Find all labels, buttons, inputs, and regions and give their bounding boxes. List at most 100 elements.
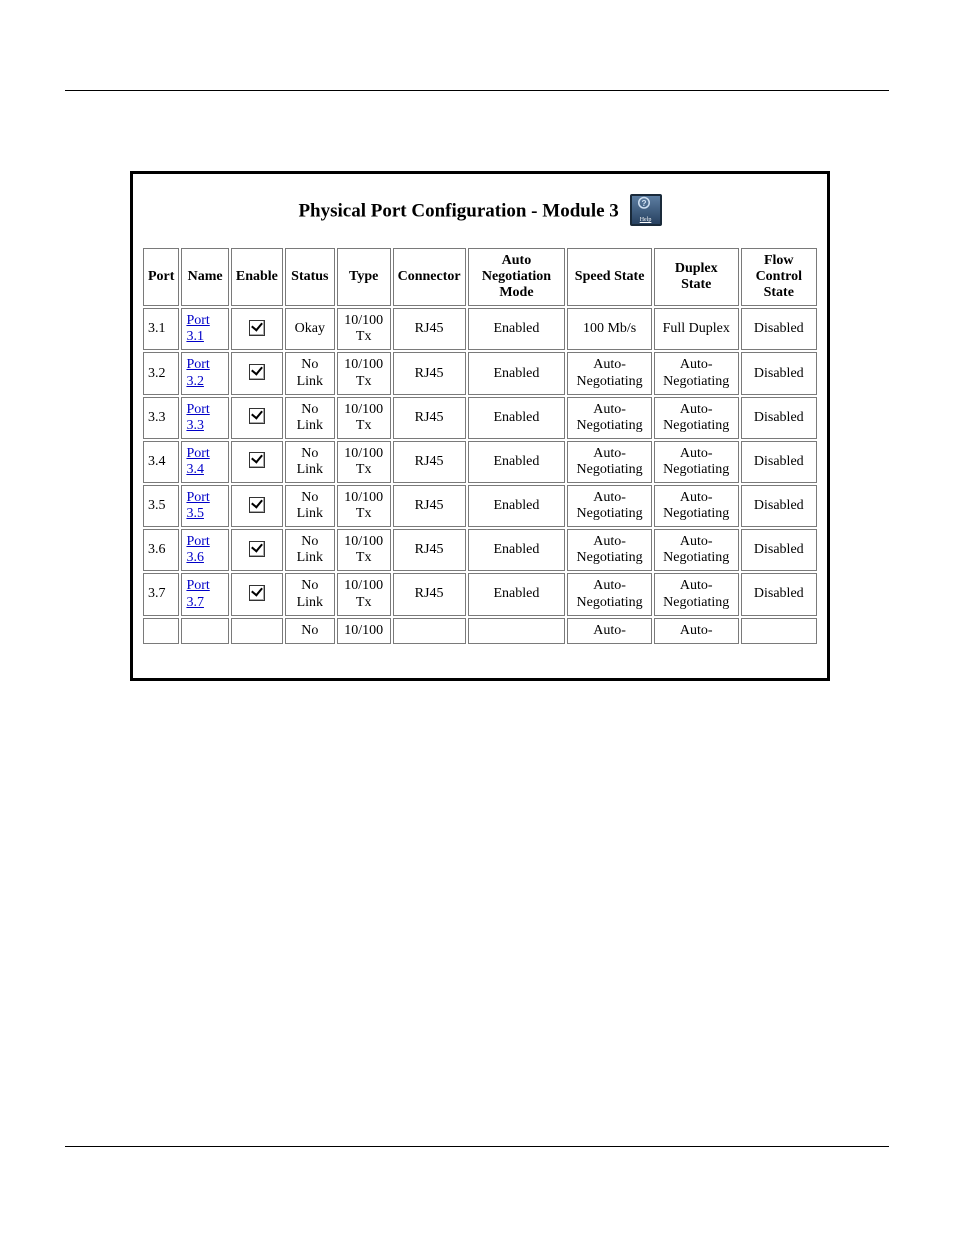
- col-speed: Speed State: [567, 248, 652, 306]
- cell-port: 3.5: [143, 485, 179, 527]
- cell-duplex: Auto-: [654, 618, 739, 644]
- port-link[interactable]: Port 3.6: [186, 534, 209, 565]
- cell-flow: Disabled: [741, 529, 817, 571]
- cell-enable: [231, 618, 283, 644]
- help-button-label: Help: [632, 217, 660, 224]
- table-row: 3.7Port 3.7No Link10/100 TxRJ45EnabledAu…: [143, 573, 817, 615]
- cell-connector: RJ45: [393, 352, 466, 394]
- cell-status: No Link: [285, 441, 335, 483]
- cell-type: 10/100 Tx: [337, 485, 391, 527]
- cell-flow: Disabled: [741, 352, 817, 394]
- cell-connector: RJ45: [393, 441, 466, 483]
- cell-duplex: Auto-Negotiating: [654, 352, 739, 394]
- cell-flow: Disabled: [741, 397, 817, 439]
- cell-auto-neg: Enabled: [468, 573, 566, 615]
- cell-auto-neg: Enabled: [468, 441, 566, 483]
- cell-status: No Link: [285, 397, 335, 439]
- port-link[interactable]: Port 3.4: [186, 446, 209, 477]
- col-flow: Flow Control State: [741, 248, 817, 306]
- cell-name: Port 3.7: [181, 573, 228, 615]
- cell-speed: Auto-Negotiating: [567, 397, 652, 439]
- cell-duplex: Auto-Negotiating: [654, 573, 739, 615]
- enable-checkbox[interactable]: [249, 541, 265, 557]
- cell-flow: Disabled: [741, 573, 817, 615]
- table-row: 3.3Port 3.3No Link10/100 TxRJ45EnabledAu…: [143, 397, 817, 439]
- cell-enable: [231, 529, 283, 571]
- cell-status: No Link: [285, 573, 335, 615]
- col-name: Name: [181, 248, 228, 306]
- port-link[interactable]: Port 3.2: [186, 357, 209, 388]
- help-button[interactable]: ? Help: [630, 194, 662, 226]
- port-link[interactable]: Port 3.1: [186, 313, 209, 344]
- cell-duplex: Auto-Negotiating: [654, 397, 739, 439]
- cell-status: No Link: [285, 529, 335, 571]
- cell-duplex: Full Duplex: [654, 308, 739, 350]
- cell-auto-neg: Enabled: [468, 308, 566, 350]
- col-enable: Enable: [231, 248, 283, 306]
- question-icon: ?: [632, 196, 656, 214]
- cell-auto-neg: Enabled: [468, 352, 566, 394]
- cell-flow: Disabled: [741, 308, 817, 350]
- cell-port: [143, 618, 179, 644]
- enable-checkbox[interactable]: [249, 585, 265, 601]
- cell-connector: RJ45: [393, 397, 466, 439]
- cell-name: Port 3.6: [181, 529, 228, 571]
- cell-auto-neg: Enabled: [468, 397, 566, 439]
- cell-enable: [231, 352, 283, 394]
- cell-status: No Link: [285, 485, 335, 527]
- cell-auto-neg: [468, 618, 566, 644]
- cell-port: 3.6: [143, 529, 179, 571]
- cell-speed: Auto-Negotiating: [567, 485, 652, 527]
- cell-status: No: [285, 618, 335, 644]
- cell-name: Port 3.2: [181, 352, 228, 394]
- table-row: 3.5Port 3.5No Link10/100 TxRJ45EnabledAu…: [143, 485, 817, 527]
- cell-auto-neg: Enabled: [468, 529, 566, 571]
- port-link[interactable]: Port 3.5: [186, 490, 209, 521]
- col-auto-neg: Auto Negotiation Mode: [468, 248, 566, 306]
- table-row: No10/100Auto-Auto-: [143, 618, 817, 644]
- cell-speed: Auto-Negotiating: [567, 529, 652, 571]
- enable-checkbox[interactable]: [249, 452, 265, 468]
- cell-type: 10/100 Tx: [337, 441, 391, 483]
- cell-connector: [393, 618, 466, 644]
- svg-text:?: ?: [641, 199, 646, 208]
- cell-port: 3.3: [143, 397, 179, 439]
- table-row: 3.2Port 3.2No Link10/100 TxRJ45EnabledAu…: [143, 352, 817, 394]
- enable-checkbox[interactable]: [249, 320, 265, 336]
- cell-auto-neg: Enabled: [468, 485, 566, 527]
- port-link[interactable]: Port 3.3: [186, 402, 209, 433]
- panel-title-text: Physical Port Configuration - Module 3: [298, 200, 618, 221]
- cell-connector: RJ45: [393, 529, 466, 571]
- footer-divider: [65, 1146, 889, 1147]
- cell-speed: 100 Mb/s: [567, 308, 652, 350]
- enable-checkbox[interactable]: [249, 364, 265, 380]
- header-divider: [65, 90, 889, 91]
- cell-name: Port 3.3: [181, 397, 228, 439]
- table-row: 3.6Port 3.6No Link10/100 TxRJ45EnabledAu…: [143, 529, 817, 571]
- cell-name: Port 3.1: [181, 308, 228, 350]
- cell-enable: [231, 573, 283, 615]
- table-row: 3.4 Port 3.4 No Link10/100 TxRJ45Enabled Au…: [143, 441, 817, 483]
- port-config-table: Port Name Enable Status Type Connector A…: [141, 246, 819, 646]
- cell-type: 10/100 Tx: [337, 352, 391, 394]
- cell-duplex: Auto-Negotiating: [654, 485, 739, 527]
- col-duplex: Duplex State: [654, 248, 739, 306]
- cell-name: [181, 618, 228, 644]
- col-status: Status: [285, 248, 335, 306]
- port-link[interactable]: Port 3.7: [186, 578, 209, 609]
- table-header-row: Port Name Enable Status Type Connector A…: [143, 248, 817, 306]
- cell-flow: [741, 618, 817, 644]
- cell-connector: RJ45: [393, 573, 466, 615]
- cell-type: 10/100 Tx: [337, 308, 391, 350]
- cell-type: 10/100 Tx: [337, 529, 391, 571]
- cell-port: 3.4: [143, 441, 179, 483]
- enable-checkbox[interactable]: [249, 497, 265, 513]
- cell-port: 3.1: [143, 308, 179, 350]
- enable-checkbox[interactable]: [249, 408, 265, 424]
- cell-speed: Auto-Negotiating: [567, 352, 652, 394]
- cell-duplex: Auto-Negotiating: [654, 441, 739, 483]
- cell-type: 10/100 Tx: [337, 397, 391, 439]
- cell-duplex: Auto-Negotiating: [654, 529, 739, 571]
- cell-port: 3.7: [143, 573, 179, 615]
- cell-flow: Disabled: [741, 485, 817, 527]
